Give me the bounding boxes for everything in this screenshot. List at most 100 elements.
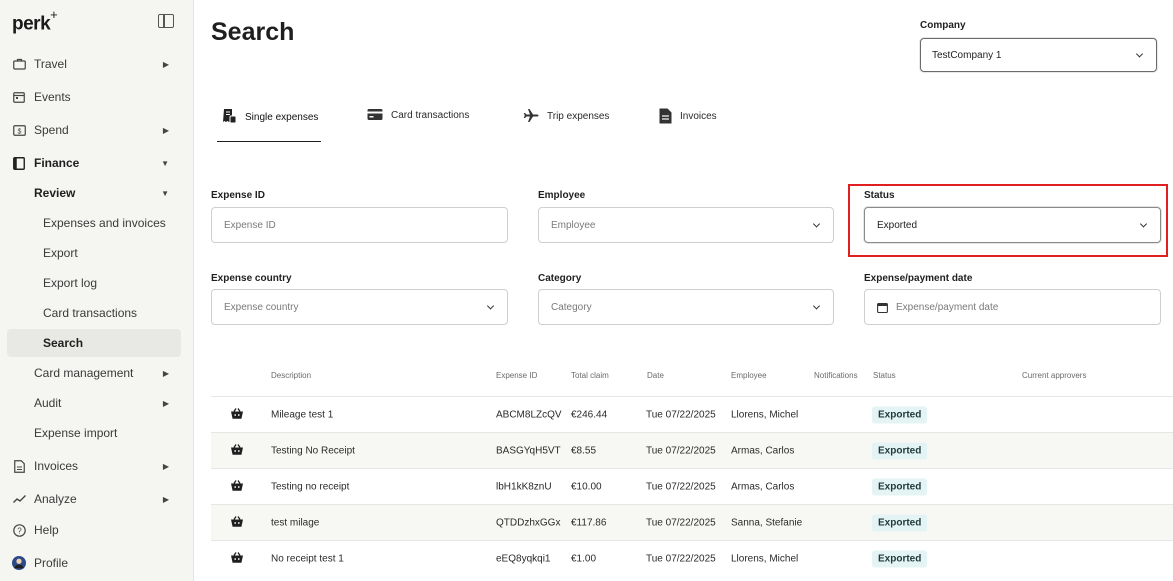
employee-select[interactable]: Employee: [538, 207, 834, 243]
sidebar-item-audit[interactable]: Audit ▶: [7, 389, 181, 417]
table-row[interactable]: Testing no receipt lbH1kK8znU €10.00 Tue 07…: [211, 468, 1173, 504]
expense-id-label: Expense ID: [211, 190, 265, 201]
column-header-status[interactable]: Status: [873, 371, 896, 380]
shopping-basket-icon: [230, 479, 244, 494]
category-label: Category: [538, 273, 582, 284]
column-header-notifications[interactable]: Notifications: [814, 371, 858, 380]
status-badge: Exported: [872, 550, 928, 567]
perk-logo[interactable]: perk+: [12, 7, 58, 35]
shopping-basket-icon: [230, 407, 244, 422]
sidebar-item-export[interactable]: Export: [7, 239, 181, 267]
date-placeholder: Expense/payment date: [896, 301, 999, 313]
category-select[interactable]: Category: [538, 289, 834, 325]
document-icon: [12, 459, 26, 473]
ledger-icon: [12, 156, 26, 170]
cell-total-claim: €1.00: [571, 553, 597, 564]
help-circle-icon: ?: [12, 523, 26, 537]
cell-expense-id: BASGYqH5VT: [496, 445, 561, 456]
status-badge: Exported: [872, 514, 928, 531]
sidebar-item-events[interactable]: Events: [7, 83, 181, 111]
cell-employee: Llorens, Michel: [731, 409, 799, 420]
svg-text:?: ?: [17, 526, 22, 535]
sidebar-item-expenses-and-invoices[interactable]: Expenses and invoices: [7, 209, 181, 237]
cell-total-claim: €8.55: [571, 445, 597, 456]
sidebar-item-analyze[interactable]: Analyze ▶: [7, 485, 181, 513]
cell-employee: Llorens, Michel: [731, 553, 799, 564]
sidebar-item-card-transactions[interactable]: Card transactions: [7, 299, 181, 327]
employee-placeholder: Employee: [551, 219, 596, 231]
sidebar-item-review[interactable]: Review ▼: [7, 179, 181, 207]
company-select[interactable]: TestCompany 1: [920, 38, 1157, 72]
sidebar-item-label: Expense import: [34, 426, 118, 440]
receipt-icon: [221, 108, 237, 124]
suitcase-icon: [12, 57, 26, 71]
chevron-down-icon: [812, 302, 821, 310]
status-highlight-box: [848, 184, 1168, 257]
tab-single-expenses[interactable]: Single expenses: [217, 108, 321, 142]
caret-right-icon: ▶: [162, 59, 169, 69]
sidebar-item-label: Audit: [34, 396, 62, 410]
caret-right-icon: ▶: [162, 461, 169, 471]
column-header-date[interactable]: Date: [647, 371, 664, 380]
cell-total-claim: €117.86: [571, 517, 607, 528]
sidebar-item-help[interactable]: ? Help: [7, 516, 181, 544]
sidebar-item-finance[interactable]: Finance ▼: [7, 149, 181, 177]
column-header-description[interactable]: Description: [271, 371, 311, 380]
sidebar-item-label: Spend: [34, 123, 69, 137]
column-header-expense-id[interactable]: Expense ID: [496, 371, 537, 380]
expense-id-input[interactable]: Expense ID: [211, 207, 508, 243]
column-header-current-approvers[interactable]: Current approvers: [1022, 371, 1086, 380]
cell-date: Tue 07/22/2025: [646, 517, 716, 528]
table-row[interactable]: Testing No Receipt BASGYqH5VT €8.55 Tue 07/…: [211, 432, 1173, 468]
sidebar-collapse-icon[interactable]: [158, 14, 174, 28]
tab-invoices[interactable]: Invoices: [659, 108, 717, 142]
sidebar-item-travel[interactable]: Travel ▶: [7, 50, 181, 78]
company-label: Company: [920, 20, 966, 31]
status-badge: Exported: [872, 442, 928, 459]
status-badge: Exported: [872, 406, 928, 423]
expense-country-placeholder: Expense country: [224, 301, 299, 313]
sidebar-item-search[interactable]: Search: [7, 329, 181, 357]
table-row[interactable]: Mileage test 1 ABCM8LZcQV €246.44 Tue 07/22…: [211, 396, 1173, 432]
sidebar-item-label: Events: [34, 90, 71, 104]
expense-country-select[interactable]: Expense country: [211, 289, 508, 325]
column-header-total-claim[interactable]: Total claim: [571, 371, 609, 380]
tab-card-transactions[interactable]: Card transactions: [367, 108, 469, 142]
sidebar-item-spend[interactable]: $ Spend ▶: [7, 116, 181, 144]
sidebar-item-label: Export log: [43, 276, 98, 290]
sidebar-item-export-log[interactable]: Export log: [7, 269, 181, 297]
cell-date: Tue 07/22/2025: [646, 481, 716, 492]
shopping-basket-icon: [230, 443, 244, 458]
table-row[interactable]: No receipt test 1 eEQ8yqkqi1 €1.00 Tue 07/2…: [211, 540, 1173, 576]
tab-label: Single expenses: [245, 112, 319, 123]
avatar: [12, 556, 26, 570]
sidebar-item-profile[interactable]: Profile: [7, 549, 181, 577]
cell-date: Tue 07/22/2025: [646, 553, 716, 564]
invoice-document-icon: [659, 108, 672, 124]
cell-description: No receipt test 1: [271, 553, 344, 564]
sidebar-item-card-management[interactable]: Card management ▶: [7, 359, 181, 387]
sidebar-item-label: Search: [43, 336, 84, 350]
date-picker-input[interactable]: Expense/payment date: [864, 289, 1161, 325]
trend-line-icon: [12, 492, 26, 506]
sidebar-item-invoices[interactable]: Invoices ▶: [7, 452, 181, 480]
status-badge: Exported: [872, 478, 928, 495]
tab-label: Trip expenses: [547, 111, 610, 122]
sidebar-item-label: Review: [34, 186, 76, 200]
cell-total-claim: €246.44: [571, 409, 608, 420]
column-header-employee[interactable]: Employee: [731, 371, 767, 380]
sidebar-item-expense-import[interactable]: Expense import: [7, 419, 181, 447]
chevron-down-icon: [1135, 50, 1144, 58]
expense-id-placeholder: Expense ID: [224, 219, 276, 231]
sidebar-item-label: Travel: [34, 57, 67, 71]
table-row[interactable]: test milage QTDDzhxGGx €117.86 Tue 07/22/20…: [211, 504, 1173, 540]
caret-right-icon: ▶: [162, 494, 169, 504]
sidebar-item-label: Card transactions: [43, 306, 138, 320]
shopping-basket-icon: [230, 515, 244, 530]
caret-right-icon: ▶: [162, 368, 169, 378]
credit-card-icon: [367, 108, 383, 121]
tab-trip-expenses[interactable]: Trip expenses: [523, 108, 609, 142]
cell-expense-id: eEQ8yqkqi1: [496, 553, 551, 564]
caret-right-icon: ▶: [162, 125, 169, 135]
sidebar-item-label: Invoices: [34, 459, 79, 473]
